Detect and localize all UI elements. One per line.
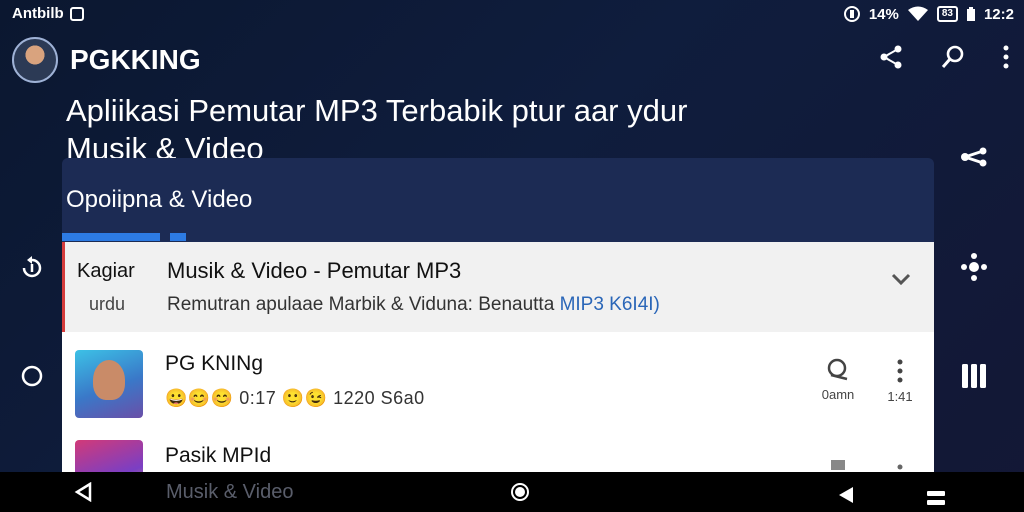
battery-icon [966, 7, 975, 21]
notification-icon [69, 6, 84, 21]
more-icon[interactable] [1002, 44, 1010, 70]
back-button[interactable] [74, 481, 94, 508]
navigation-bar [0, 472, 1024, 512]
row-subtitle-main: Remutran apulaae Marbik & Viduna: Benaut… [167, 294, 560, 315]
status-right: 14% 83 12:2 [843, 5, 1014, 23]
tab-indicator-secondary[interactable] [170, 233, 186, 241]
row-subtitle-highlight: MIP3 K6I4I) [559, 294, 660, 315]
circle-icon [21, 365, 43, 387]
home-icon [511, 483, 529, 501]
pause-button[interactable] [950, 362, 998, 395]
item-more-button[interactable]: 1:41 [882, 358, 918, 404]
recents-button[interactable] [926, 486, 946, 512]
pause-icon [962, 364, 986, 388]
channel-name[interactable]: PGKKING [70, 44, 201, 76]
list-item[interactable]: PG KNINg 😀😊😊 0:17 🙂😉 1220 S6a0 0amn 1:41 [62, 332, 934, 436]
item-meta: 😀😊😊 0:17 🙂😉 1220 S6a0 [165, 388, 425, 408]
status-bar: Antbilb 14% 83 12:2 [0, 0, 1024, 28]
comment-icon [831, 460, 845, 470]
rotate-icon [22, 256, 42, 278]
search-icon[interactable] [940, 44, 966, 70]
sparkle-icon [961, 253, 987, 281]
item-name: PG KNINg [165, 352, 264, 375]
recents-icon [927, 491, 945, 505]
more-vertical-icon [897, 464, 903, 470]
row-title: Musik & Video - Pemutar MP3 [167, 258, 462, 283]
page-title: Apliikasi Pemutar MP3 Terbabik ptur aar … [66, 92, 826, 168]
back-button-secondary[interactable] [837, 484, 855, 510]
carrier-label: Antbilb [12, 5, 64, 22]
battery-label: 83 [936, 6, 958, 22]
card-title: Opoiipna & Video [66, 186, 253, 213]
share-side-button[interactable] [950, 144, 998, 175]
clock: 12:2 [983, 5, 1014, 23]
triangle-left-icon [839, 487, 853, 503]
row-label-bottom: urdu [89, 294, 126, 314]
back-triangle-icon [74, 481, 92, 503]
item-duration: 1:41 [887, 389, 913, 404]
item-thumbnail [75, 350, 143, 418]
comment-button[interactable]: 0amn [818, 358, 858, 402]
effects-button[interactable] [950, 252, 998, 287]
row-label-top: Kagiar [77, 260, 135, 282]
header-actions [878, 44, 1010, 70]
selected-result-row[interactable]: Kagiar urdu Musik & Video - Pemutar MP3 … [62, 242, 934, 332]
channel-avatar[interactable] [12, 37, 58, 83]
wifi-icon [907, 6, 928, 21]
data-saver-icon [843, 6, 860, 22]
more-vertical-icon [897, 359, 903, 383]
page-title-line1: Apliikasi Pemutar MP3 Terbabik ptur aar … [66, 93, 688, 128]
results-card: Opoiipna & Video Kagiar urdu Musik & Vid… [62, 158, 934, 472]
active-tab-indicator[interactable] [62, 233, 160, 241]
list-item[interactable]: Pasik MPId [62, 436, 934, 472]
home-button[interactable] [510, 482, 530, 508]
share-icon[interactable] [878, 44, 904, 70]
share-side-icon [961, 147, 987, 167]
row-subtitle: Remutran apulaae Marbik & Viduna: Benaut… [167, 294, 660, 316]
item-thumbnail [75, 440, 143, 472]
chevron-down-icon[interactable] [890, 266, 912, 292]
item-more-button[interactable] [882, 460, 918, 472]
home-circle-button[interactable] [14, 364, 50, 393]
comment-button[interactable] [818, 458, 858, 472]
item-name: Pasik MPId [165, 444, 272, 467]
faded-caption: Musik & Video [166, 481, 294, 503]
signal-text: 14% [868, 5, 899, 23]
rotate-button[interactable] [14, 254, 50, 287]
status-left: Antbilb [12, 5, 84, 22]
comment-icon [827, 358, 848, 381]
comment-count: 0amn [821, 387, 855, 402]
